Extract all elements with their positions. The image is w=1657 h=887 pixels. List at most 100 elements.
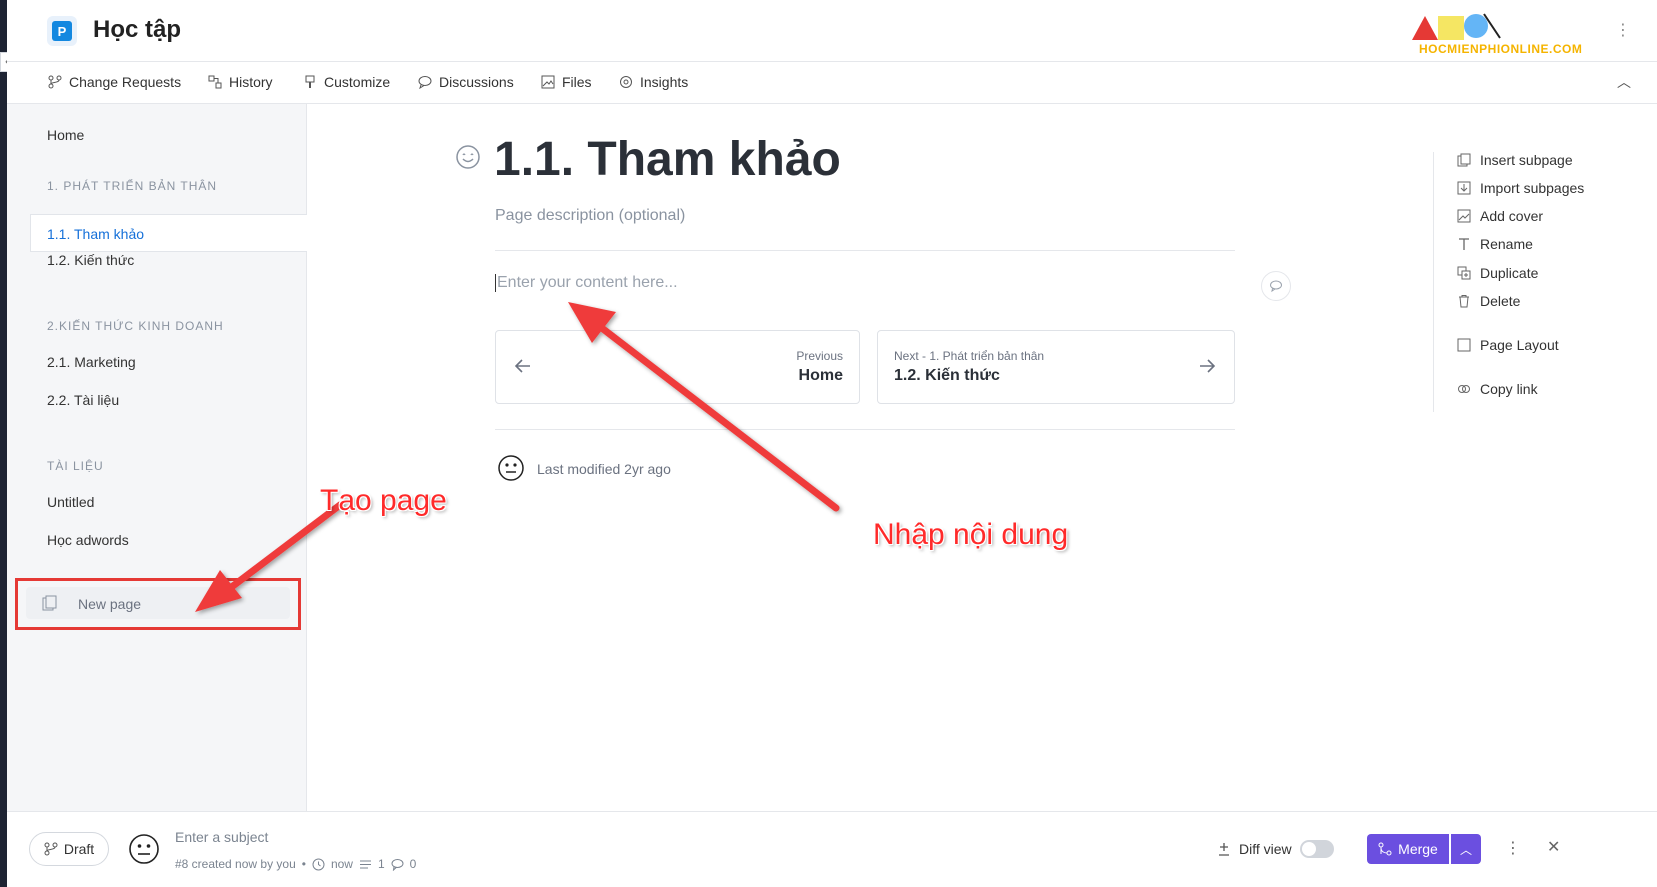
left-rail: [0, 0, 7, 887]
sidebar: Home 1. PHÁT TRIỂN BẢN THÂN 1.1. Tham kh…: [7, 104, 307, 811]
sidebar-item-label: 1.1. Tham khảo: [47, 226, 145, 242]
tab-change-requests[interactable]: Change Requests: [47, 74, 181, 90]
created-text: #8 created now by you: [175, 857, 296, 871]
tab-files[interactable]: Files: [540, 74, 592, 90]
new-page-icon: [42, 595, 57, 611]
action-duplicate[interactable]: Duplicate: [1456, 265, 1538, 281]
sidebar-item-tham-khao[interactable]: 1.1. Tham khảo: [30, 214, 307, 252]
text-icon: [1456, 236, 1472, 252]
action-label: Page Layout: [1480, 337, 1559, 353]
separator-dot: •: [301, 857, 306, 871]
sidebar-section-heading[interactable]: TÀI LIỆU: [47, 459, 104, 473]
duplicate-icon: [1456, 265, 1472, 281]
action-page-layout[interactable]: Page Layout: [1456, 337, 1559, 353]
page-actions-panel: Insert subpage Import subpages Add cover…: [1433, 152, 1633, 412]
merge-label: Merge: [1398, 841, 1438, 857]
app-window: ‹ P Học tập HOCMIENPHIONLINE.COM ⋮ Chang…: [0, 0, 1657, 887]
space-logo[interactable]: P: [47, 16, 77, 46]
comment-button[interactable]: [1261, 271, 1291, 301]
page-title[interactable]: 1.1. Tham khảo: [494, 132, 841, 187]
action-label: Rename: [1480, 236, 1533, 252]
tab-insights[interactable]: Insights: [618, 74, 688, 90]
emoji-picker-icon[interactable]: [455, 144, 481, 170]
insert-subpage-icon: [1456, 152, 1472, 168]
more-menu-icon[interactable]: ⋮: [1505, 838, 1521, 858]
next-label: Next - 1. Phát triển bản thân: [894, 349, 1045, 363]
draft-button[interactable]: Draft: [29, 832, 109, 866]
action-copy-link[interactable]: Copy link: [1456, 381, 1538, 397]
tab-label: History: [229, 74, 273, 90]
chevron-up-icon[interactable]: ︿: [1617, 72, 1631, 92]
new-page-highlight: New page: [15, 578, 301, 630]
action-insert-subpage[interactable]: Insert subpage: [1456, 152, 1573, 168]
previous-label: Previous: [796, 349, 843, 363]
more-menu-icon[interactable]: ⋮: [1615, 20, 1631, 40]
sidebar-item-kien-thuc[interactable]: 1.2. Kiến thức: [47, 252, 134, 268]
content-editor-input[interactable]: [495, 274, 1195, 292]
brush-icon: [302, 74, 318, 90]
action-label: Copy link: [1480, 381, 1538, 397]
space-logo-letter: P: [52, 21, 72, 41]
sidebar-section-heading[interactable]: 2.KIẾN THỨC KINH DOANH: [47, 319, 224, 333]
merge-options-chevron-icon[interactable]: ︿: [1451, 834, 1481, 864]
cover-icon: [1456, 208, 1472, 224]
action-add-cover[interactable]: Add cover: [1456, 208, 1543, 224]
action-label: Delete: [1480, 293, 1521, 309]
space-tabs: Change Requests History Customize Discus…: [7, 62, 1657, 104]
diff-view-switch[interactable]: [1299, 840, 1334, 858]
page-description-field[interactable]: Page description (optional): [495, 207, 685, 225]
lines-icon: [359, 860, 371, 868]
tab-customize[interactable]: Customize: [302, 74, 390, 90]
action-delete[interactable]: Delete: [1456, 293, 1520, 309]
new-page-label: New page: [78, 596, 142, 612]
change-request-meta: #8 created now by you • now 1 0: [175, 857, 416, 871]
tab-label: Insights: [640, 74, 689, 90]
action-rename[interactable]: Rename: [1456, 236, 1533, 252]
layout-icon: [1456, 337, 1472, 353]
user-avatar-icon[interactable]: [128, 833, 160, 865]
tab-label: Customize: [324, 74, 391, 90]
next-page-card[interactable]: Next - 1. Phát triển bản thân 1.2. Kiến …: [877, 330, 1235, 404]
space-title[interactable]: Học tập: [93, 16, 181, 44]
clock-icon: [312, 858, 325, 870]
diff-icon: [1219, 843, 1229, 856]
arrow-left-icon: [514, 359, 530, 373]
draft-label: Draft: [63, 841, 95, 857]
sidebar-item-hoc-adwords[interactable]: Học adwords: [47, 532, 129, 548]
tab-history[interactable]: History: [207, 74, 273, 90]
divider: [495, 429, 1235, 430]
close-icon[interactable]: ✕: [1547, 837, 1560, 857]
sidebar-item-marketing[interactable]: 2.1. Marketing: [47, 354, 136, 370]
sidebar-item-home[interactable]: Home: [47, 127, 84, 143]
action-label: Import subpages: [1480, 180, 1585, 196]
sidebar-item-untitled[interactable]: Untitled: [47, 494, 94, 510]
link-icon: [1456, 381, 1472, 397]
trash-icon: [1456, 293, 1472, 309]
time-text: now: [330, 857, 353, 871]
previous-page-title: Home: [798, 367, 843, 384]
user-avatar-icon[interactable]: [497, 454, 525, 482]
annotation-enter-content: Nhập nội dung: [873, 518, 1069, 551]
arrow-right-icon: [1200, 359, 1216, 373]
annotation-create-page: Tạo page: [320, 484, 447, 517]
comments-count: 0: [409, 857, 417, 871]
new-page-button[interactable]: New page: [26, 587, 290, 619]
branch-icon: [44, 842, 58, 856]
merge-button[interactable]: Merge: [1367, 834, 1449, 864]
change-request-bar: Draft #8 created now by you • now 1 0 Di…: [7, 811, 1657, 887]
divider: [495, 250, 1235, 251]
chat-icon: [417, 74, 433, 90]
insights-icon: [618, 74, 634, 90]
action-label: Add cover: [1480, 208, 1544, 224]
action-import-subpages[interactable]: Import subpages: [1456, 180, 1584, 196]
sidebar-section-heading[interactable]: 1. PHÁT TRIỂN BẢN THÂN: [47, 179, 217, 193]
previous-page-card[interactable]: Previous Home: [495, 330, 860, 404]
diff-view-label: Diff view: [1239, 841, 1292, 857]
tab-discussions[interactable]: Discussions: [417, 74, 514, 90]
tab-label: Change Requests: [69, 74, 182, 90]
history-icon: [207, 74, 223, 90]
sidebar-item-tai-lieu[interactable]: 2.2. Tài liệu: [47, 392, 119, 408]
import-icon: [1456, 180, 1472, 196]
subject-input[interactable]: [175, 829, 475, 845]
diff-view-toggle[interactable]: Diff view: [1217, 840, 1334, 858]
